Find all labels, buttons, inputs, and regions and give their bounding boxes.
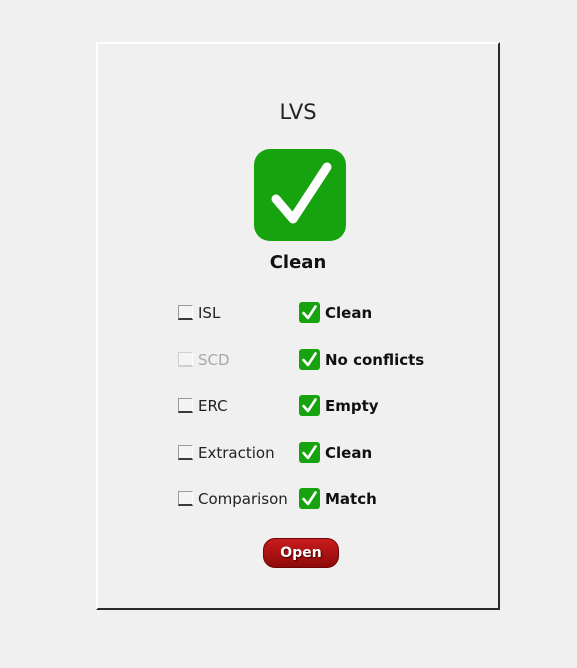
check-row-extraction: Extraction Clean	[98, 442, 498, 466]
checkmark-icon	[299, 302, 320, 323]
panel-title: LVS	[279, 100, 317, 124]
checkmark-icon	[299, 349, 320, 370]
check-row-erc: ERC Empty	[98, 395, 498, 419]
comparison-checkbox[interactable]	[178, 491, 193, 506]
isl-label: ISL	[198, 304, 221, 322]
scd-label: SCD	[198, 351, 230, 369]
comparison-result: Match	[325, 490, 377, 508]
isl-checkbox[interactable]	[178, 305, 193, 320]
lvs-panel: LVS Clean ISL Clean SCD No conflicts ERC…	[96, 42, 500, 610]
scd-result: No conflicts	[325, 351, 425, 369]
open-button[interactable]: Open	[263, 538, 339, 568]
check-row-isl: ISL Clean	[98, 302, 498, 326]
extraction-label: Extraction	[198, 444, 275, 462]
erc-label: ERC	[198, 397, 228, 415]
scd-checkbox	[178, 352, 193, 367]
checkmark-icon	[299, 395, 320, 416]
check-row-scd: SCD No conflicts	[98, 349, 498, 373]
extraction-result: Clean	[325, 444, 373, 462]
checkmark-icon	[299, 442, 320, 463]
erc-result: Empty	[325, 397, 379, 415]
extraction-checkbox[interactable]	[178, 445, 193, 460]
checkmark-icon	[254, 149, 346, 241]
erc-checkbox[interactable]	[178, 398, 193, 413]
comparison-label: Comparison	[198, 490, 288, 508]
isl-result: Clean	[325, 304, 373, 322]
status-text: Clean	[269, 252, 327, 273]
checkmark-icon	[299, 488, 320, 509]
check-row-comparison: Comparison Match	[98, 488, 498, 512]
